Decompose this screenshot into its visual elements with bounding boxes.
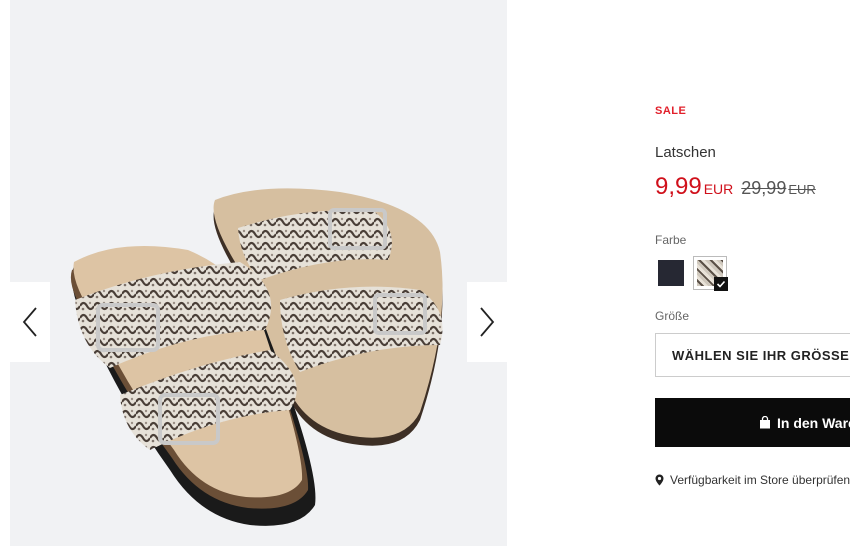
shopping-bag-icon: [760, 416, 770, 429]
chevron-left-icon: [22, 307, 37, 337]
size-select[interactable]: WÄHLEN SIE IHR GRÖSSE: [655, 333, 850, 377]
next-image-button[interactable]: [467, 282, 507, 362]
check-icon: [714, 277, 728, 291]
product-gallery: [10, 0, 507, 546]
size-label: Größe: [655, 309, 690, 323]
current-price-currency: EUR: [703, 181, 734, 197]
chevron-right-icon: [480, 307, 495, 337]
sale-badge: SALE: [655, 105, 687, 117]
add-to-cart-button[interactable]: In den Warenkorb: [655, 398, 850, 447]
previous-image-button[interactable]: [10, 282, 50, 362]
current-price: 9,99: [655, 173, 702, 200]
store-availability-link[interactable]: Verfügbarkeit im Store überprüfen: [655, 473, 850, 487]
color-label: Farbe: [655, 233, 687, 247]
add-to-cart-label: In den Warenkorb: [777, 414, 850, 431]
color-swatch-snake[interactable]: [693, 256, 728, 291]
color-swatch-black[interactable]: [658, 260, 684, 286]
product-info: SALE Latschen 9,99 EUR 29,99 EUR Farbe Größ…: [655, 0, 850, 546]
original-price-currency: EUR: [788, 182, 816, 197]
location-pin-icon: [655, 474, 664, 486]
price-block: 9,99 EUR 29,99 EUR: [655, 173, 816, 201]
product-image: [70, 188, 443, 526]
original-price: 29,99: [741, 178, 787, 198]
store-availability-label: Verfügbarkeit im Store überprüfen: [670, 473, 850, 487]
product-title: Latschen: [655, 144, 716, 161]
